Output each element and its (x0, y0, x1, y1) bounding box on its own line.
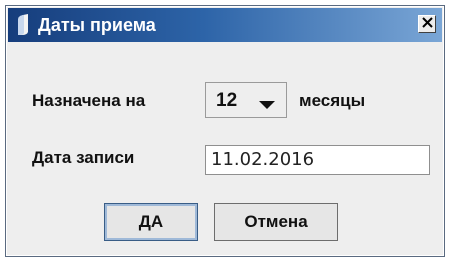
months-value: 12 (216, 90, 238, 111)
app-icon (15, 14, 29, 36)
cancel-button[interactable]: Отмена (214, 203, 338, 241)
months-unit-label: месяцы (299, 91, 366, 110)
ok-button[interactable]: ДА (104, 203, 198, 241)
close-button[interactable] (418, 15, 436, 33)
title-bar[interactable]: Даты приема (8, 8, 442, 42)
chevron-down-icon (258, 97, 276, 109)
window-title: Даты приема (38, 15, 156, 35)
assigned-label: Назначена на (32, 91, 146, 110)
record-date-label: Дата записи (32, 148, 135, 167)
close-icon (421, 15, 433, 33)
months-select[interactable]: 12 (205, 82, 287, 118)
record-date-field[interactable]: 11.02.2016 (205, 145, 430, 175)
dates-dialog: Даты приема Назначена на 12 месяцы Дата … (5, 5, 445, 257)
